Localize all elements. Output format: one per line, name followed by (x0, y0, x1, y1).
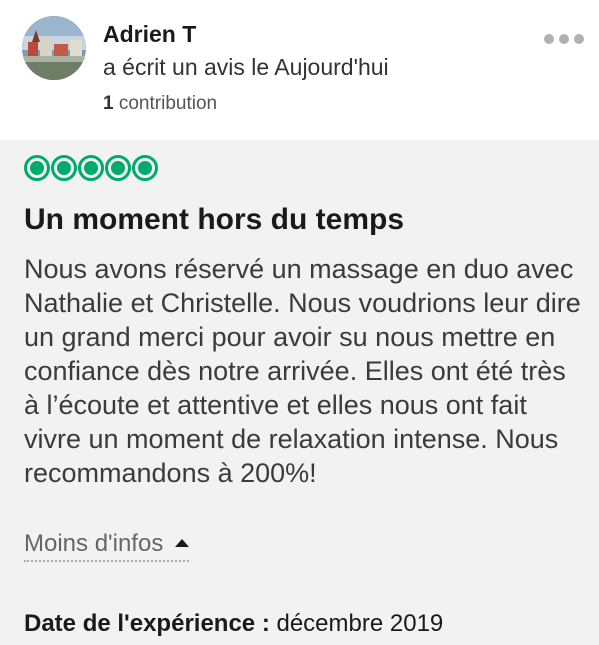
review-action-text: a écrit un avis le Aujourd'hui (103, 54, 389, 80)
contribution-count: 1 contribution (103, 93, 217, 115)
contribution-number: 1 (103, 93, 114, 114)
rating-bubble-icon (51, 155, 77, 181)
review-title: Un moment hors du temps (24, 203, 405, 236)
rating-bubble-icon (24, 155, 50, 181)
less-info-label: Moins d'infos (24, 530, 164, 557)
review-header: Adrien T a écrit un avis le Aujourd'hui … (0, 0, 599, 140)
less-info-link[interactable]: Moins d'infos (24, 530, 190, 562)
rating-bubble-icon (132, 155, 158, 181)
experience-date-label: Date de l'expérience : (24, 610, 270, 637)
rating-bubble-icon (105, 155, 131, 181)
more-dots-icon[interactable] (540, 30, 588, 48)
review-body: Nous avons réservé un massage en duo ave… (24, 254, 581, 488)
caret-up-icon (175, 538, 190, 547)
experience-date-value: décembre 2019 (276, 610, 444, 637)
rating-bubbles (24, 155, 158, 181)
reviewer-name[interactable]: Adrien T (103, 20, 389, 48)
contribution-label: contribution (118, 93, 218, 114)
rating-bubble-icon (78, 155, 104, 181)
review-content: Un moment hors du temps Nous avons réser… (0, 140, 599, 645)
experience-date: Date de l'expérience : décembre 2019 (24, 610, 443, 638)
avatar[interactable] (22, 16, 86, 80)
